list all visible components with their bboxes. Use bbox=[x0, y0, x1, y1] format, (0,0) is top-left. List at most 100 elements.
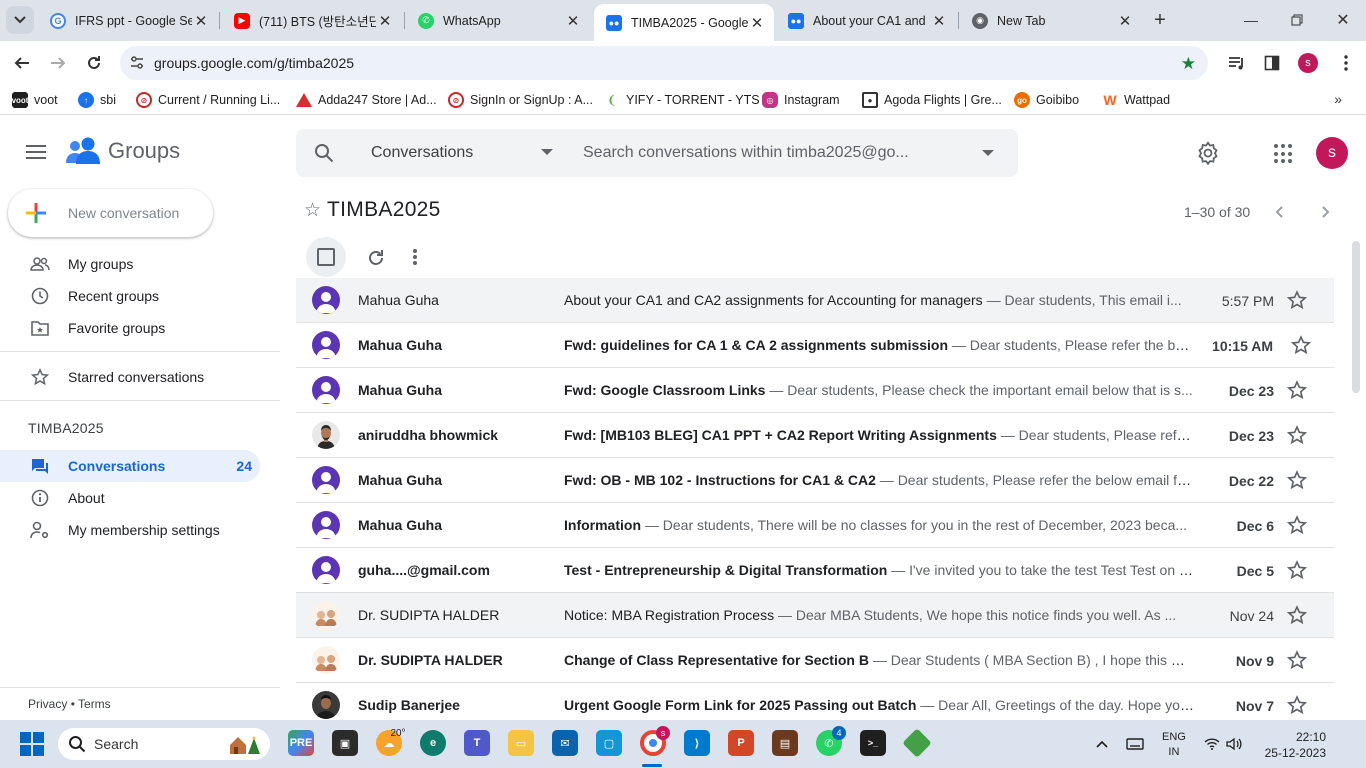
more-vert-icon[interactable] bbox=[410, 248, 420, 266]
groups-logo[interactable]: Groups bbox=[66, 137, 180, 165]
tab-search-button[interactable] bbox=[6, 6, 34, 34]
bookmark-item[interactable]: Adda247 Store | Ad... bbox=[296, 91, 437, 109]
sidebar-item-favorite-groups[interactable]: Favorite groups bbox=[0, 314, 260, 342]
close-icon[interactable]: ✕ bbox=[930, 12, 948, 30]
system-clock[interactable]: 22:10 25-12-2023 bbox=[1258, 729, 1326, 761]
star-outline-icon[interactable] bbox=[1286, 290, 1308, 310]
photo-app-icon[interactable]: ▤ bbox=[772, 730, 798, 756]
monitor-icon[interactable]: ▢ bbox=[596, 730, 622, 756]
browser-tab[interactable]: ◉ New Tab ✕ bbox=[960, 5, 1142, 36]
conversation-row[interactable]: Mahua Guha About your CA1 and CA2 assign… bbox=[296, 278, 1334, 323]
browser-tab[interactable]: ✆ WhatsApp ✕ bbox=[406, 5, 590, 36]
star-outline-icon[interactable] bbox=[1290, 335, 1312, 355]
volume-icon[interactable] bbox=[1226, 720, 1242, 768]
bookmark-item[interactable]: ↑ sbi bbox=[78, 91, 116, 109]
copilot-preview-icon[interactable]: PRE bbox=[288, 730, 314, 756]
conversation-row[interactable]: Mahua Guha Fwd: OB - MB 102 - Instructio… bbox=[296, 458, 1334, 503]
bookmark-item[interactable]: ❨ YIFY - TORRENT - YTS bbox=[604, 91, 760, 109]
reload-button[interactable] bbox=[80, 49, 108, 77]
new-conversation-button[interactable]: New conversation bbox=[8, 189, 213, 237]
bookmark-item[interactable]: ⊘ Current / Running Li... bbox=[136, 91, 280, 109]
star-outline-icon[interactable] bbox=[1286, 695, 1308, 715]
conversation-row[interactable]: Mahua Guha Fwd: guidelines for CA 1 & CA… bbox=[296, 323, 1334, 368]
media-control-icon[interactable] bbox=[1226, 52, 1248, 74]
terms-link[interactable]: Terms bbox=[78, 697, 111, 711]
settings-icon[interactable] bbox=[1196, 141, 1220, 168]
sidebar-item-about[interactable]: About bbox=[0, 484, 260, 512]
conversation-row[interactable]: Mahua Guha Fwd: Google Classroom Links —… bbox=[296, 368, 1334, 413]
mail-icon[interactable]: ✉ bbox=[552, 730, 578, 756]
site-info-icon[interactable] bbox=[120, 56, 154, 70]
conversation-row[interactable]: Dr. SUDIPTA HALDER Notice: MBA Registrat… bbox=[296, 593, 1334, 638]
close-icon[interactable]: ✕ bbox=[376, 12, 394, 30]
close-icon[interactable]: ✕ bbox=[192, 12, 210, 30]
search-icon[interactable] bbox=[314, 143, 334, 166]
bookmarks-overflow-icon[interactable]: » bbox=[1334, 91, 1342, 107]
conversation-row[interactable]: guha....@gmail.com Test - Entrepreneursh… bbox=[296, 548, 1334, 593]
side-panel-icon[interactable] bbox=[1261, 52, 1283, 74]
star-outline-icon[interactable] bbox=[1286, 470, 1308, 490]
close-icon[interactable]: ✕ bbox=[748, 14, 766, 32]
powerpoint-icon[interactable]: P bbox=[728, 730, 754, 756]
bookmark-item[interactable]: ◎ Instagram bbox=[762, 91, 840, 109]
sidebar-item-starred-conversations[interactable]: Starred conversations bbox=[0, 363, 260, 391]
previous-page-button[interactable] bbox=[1270, 203, 1288, 221]
browser-tab-active[interactable]: ●● TIMBA2025 - Google ✕ bbox=[594, 4, 774, 41]
star-outline-icon[interactable] bbox=[1286, 560, 1308, 580]
file-explorer-icon[interactable]: ▭ bbox=[508, 730, 534, 756]
show-hidden-icons[interactable] bbox=[1096, 720, 1108, 768]
sidebar-item-membership-settings[interactable]: My membership settings bbox=[0, 516, 260, 544]
keyboard-icon[interactable] bbox=[1126, 720, 1144, 768]
star-outline-icon[interactable] bbox=[1286, 605, 1308, 625]
star-outline-icon[interactable] bbox=[1286, 425, 1308, 445]
star-outline-icon[interactable] bbox=[1286, 380, 1308, 400]
caret-down-icon[interactable] bbox=[541, 149, 553, 155]
conversation-row[interactable]: Mahua Guha Information — Dear students, … bbox=[296, 503, 1334, 548]
bookmark-item[interactable]: go Goibibo bbox=[1014, 91, 1079, 109]
browser-tab[interactable]: G IFRS ppt - Google Se ✕ bbox=[38, 5, 218, 36]
browser-tab[interactable]: ●● About your CA1 and ✕ bbox=[776, 5, 956, 36]
taskbar-search[interactable]: Search bbox=[58, 728, 270, 760]
bookmark-item[interactable]: voot voot bbox=[12, 91, 58, 109]
star-outline-icon[interactable] bbox=[1286, 650, 1308, 670]
conversation-row[interactable]: Dr. SUDIPTA HALDER Change of Class Repre… bbox=[296, 638, 1334, 683]
search-scope-select[interactable]: Conversations bbox=[371, 144, 473, 162]
next-page-button[interactable] bbox=[1317, 203, 1335, 221]
main-menu-icon[interactable] bbox=[26, 145, 46, 161]
sidebar-item-my-groups[interactable]: My groups bbox=[0, 250, 260, 278]
bookmark-star-icon[interactable]: ★ bbox=[1181, 54, 1196, 74]
privacy-link[interactable]: Privacy bbox=[28, 697, 67, 711]
search-input[interactable] bbox=[583, 141, 923, 165]
bookmark-item[interactable]: W Wattpad bbox=[1102, 91, 1170, 109]
star-outline-icon[interactable]: ☆ bbox=[304, 199, 321, 222]
scrollbar[interactable] bbox=[1352, 241, 1362, 393]
minimize-button[interactable]: — bbox=[1228, 0, 1274, 40]
sidebar-item-recent-groups[interactable]: Recent groups bbox=[0, 282, 260, 310]
conversation-row[interactable]: aniruddha bhowmick Fwd: [MB103 BLEG] CA1… bbox=[296, 413, 1334, 458]
scrollbar-thumb[interactable] bbox=[1352, 241, 1360, 393]
chrome-menu-icon[interactable] bbox=[1335, 52, 1357, 74]
select-all-checkbox[interactable] bbox=[306, 237, 346, 277]
close-icon[interactable]: ✕ bbox=[1116, 12, 1134, 30]
search-options-icon[interactable] bbox=[982, 150, 994, 156]
edge-icon[interactable]: e bbox=[420, 730, 446, 756]
star-outline-icon[interactable] bbox=[1286, 515, 1308, 535]
bookmark-item[interactable]: ● Agoda Flights | Gre... bbox=[862, 91, 1002, 109]
node-icon[interactable] bbox=[902, 728, 932, 758]
language-indicator[interactable]: ENG IN bbox=[1162, 730, 1186, 760]
forward-button[interactable] bbox=[44, 49, 72, 77]
back-button[interactable] bbox=[8, 49, 36, 77]
browser-tab[interactable]: ▶ (711) BTS (방탄소년단 ✕ bbox=[222, 5, 402, 36]
teams-icon[interactable]: T bbox=[464, 730, 490, 756]
vscode-icon[interactable]: ⟩ bbox=[684, 730, 710, 756]
new-tab-button[interactable]: + bbox=[1148, 8, 1172, 32]
sidebar-item-conversations[interactable]: Conversations 24 bbox=[0, 450, 260, 482]
account-avatar[interactable]: s bbox=[1316, 137, 1348, 169]
address-bar[interactable]: groups.google.com/g/timba2025 ★ bbox=[120, 46, 1208, 80]
terminal-icon[interactable]: >_ bbox=[860, 730, 886, 756]
bookmark-item[interactable]: ⊘ SignIn or SignUp : A... bbox=[448, 91, 593, 109]
refresh-icon[interactable] bbox=[366, 248, 386, 271]
google-apps-icon[interactable] bbox=[1274, 144, 1294, 164]
task-view-icon[interactable]: ▣ bbox=[332, 730, 358, 756]
chrome-profile-avatar[interactable]: s bbox=[1298, 53, 1318, 73]
